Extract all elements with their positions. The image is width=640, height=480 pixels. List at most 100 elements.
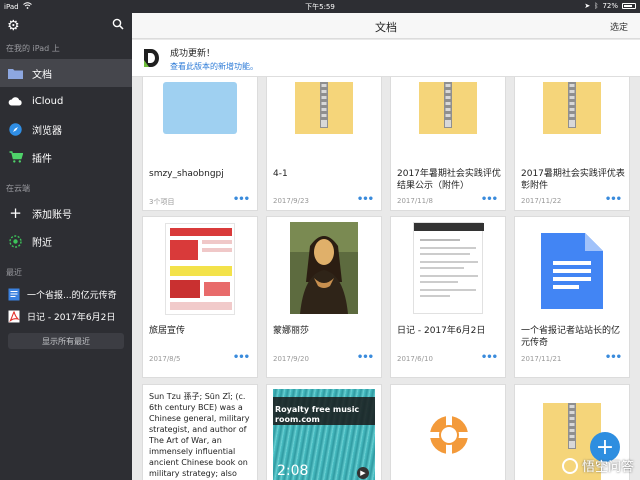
file-name: smzy_shaobngpj [149,169,224,179]
poster-thumbnail [143,217,257,317]
section-recent: 最近 [6,268,22,277]
more-icon[interactable]: ••• [605,194,622,205]
file-name: 旅居宣传 [149,326,186,336]
watermark-text: 悟空问答 [581,460,634,475]
more-icon[interactable]: ••• [233,352,250,363]
more-icon[interactable]: ••• [481,194,498,205]
more-icon[interactable]: ••• [481,352,498,363]
sidebar-item-label: 文档 [32,69,52,81]
file-name: 一个省报记者站站长的亿元传奇 [521,326,621,348]
file-card[interactable]: 2017暑期社会实践评优表彰附件 2017/11/22 ••• [514,63,630,211]
file-card[interactable] [390,384,506,480]
sidebar-item-icloud[interactable]: iCloud [0,87,132,115]
file-date: 2017/11/21 [521,355,562,363]
recent-item-label: 一个省报...的亿元传奇 [27,290,117,301]
text-preview-content: Sun Tzu 孫子; Sūn Zǐ; (c. 6th century BCE)… [149,392,250,478]
battery-percent: 72% [602,2,618,10]
sidebar-item-documents[interactable]: 文档 [0,59,132,87]
file-date: 2017/9/20 [273,355,309,363]
file-name: 日记 - 2017年6月2日 [397,326,486,336]
page-title: 文档 [375,21,397,34]
battery-icon [622,3,636,9]
file-date: 2017/9/23 [273,197,309,205]
file-card[interactable]: 蒙娜丽莎 2017/9/20 ••• [266,216,382,378]
file-card[interactable]: Royalty free music room.com 2:08 ▶ [266,384,382,480]
file-card[interactable]: 一个省报记者站站长的亿元传奇 2017/11/21 ••• [514,216,630,378]
watermark-logo-icon [561,457,578,474]
gear-icon[interactable]: ⚙ [7,18,20,34]
folder-icon [8,66,23,81]
status-bar: iPad 下午5:59 ➤ ᛒ 72% [0,0,640,13]
file-card[interactable]: smzy_shaobngpj 3个项目 ••• [142,63,258,211]
documents-logo-icon [144,49,159,67]
sidebar-item-plugins[interactable]: 插件 [0,143,132,171]
sidebar-item-label: 插件 [32,153,52,165]
recent-item[interactable]: 一个省报...的亿元传奇 [0,283,132,305]
file-name: 2017年暑期社会实践评优结果公示（附件） [397,169,501,191]
recent-item-label: 日记 - 2017年6月2日 [27,312,116,323]
sidebar-item-label: 添加账号 [32,209,72,221]
sidebar-item-label: iCloud [32,95,64,107]
file-date: 2017/6/10 [397,355,433,363]
file-name: 4-1 [273,169,288,179]
sidebar-item-add-account[interactable]: + 添加账号 [0,199,132,227]
cloud-icon [8,94,23,109]
video-thumbnail: Royalty free music room.com 2:08 ▶ [267,385,381,480]
search-icon[interactable] [112,18,124,30]
painting-thumbnail [267,217,381,317]
more-icon[interactable]: ••• [357,194,374,205]
sidebar-item-label: 附近 [32,237,52,249]
file-date: 2017/11/8 [397,197,433,205]
file-name: 2017暑期社会实践评优表彰附件 [521,169,625,191]
zipper-icon [444,82,452,128]
sidebar-item-label: 浏览器 [32,125,62,137]
play-icon[interactable]: ▶ [357,467,369,479]
bluetooth-icon: ᛒ [594,2,599,10]
more-icon[interactable]: ••• [233,194,250,205]
cart-icon [8,150,23,165]
file-card[interactable]: Sun Tzu 孫子; Sūn Zǐ; (c. 6th century BCE)… [142,384,258,480]
video-duration: 2:08 [277,463,309,479]
doc-icon [8,288,20,300]
more-icon[interactable]: ••• [605,352,622,363]
help-thumbnail [391,385,505,480]
nav-bar: 文档 选定 [132,13,640,39]
zipper-icon [320,82,328,128]
file-card[interactable]: 4-1 2017/9/23 ••• [266,63,382,211]
video-overlay-text: Royalty free music room.com [275,405,360,424]
file-date: 2017/8/5 [149,355,181,363]
zipper-icon [568,82,576,128]
plus-icon: + [9,204,22,222]
update-banner[interactable]: 成功更新！ 查看此版本的新增功能。 [132,40,640,77]
file-card[interactable]: 旅居宣传 2017/8/5 ••• [142,216,258,378]
banner-title: 成功更新！ [170,49,216,59]
banner-link[interactable]: 查看此版本的新增功能。 [170,61,258,72]
sidebar: ⚙ 在我的 iPad 上 文档 iCloud 浏览器 插件 在云端 + 添加账号 [0,13,132,480]
select-button[interactable]: 选定 [610,20,628,33]
gdoc-thumbnail [515,217,629,317]
recent-item[interactable]: 日记 - 2017年6月2日 [0,305,132,327]
mona-lisa-image [290,222,358,314]
lifebuoy-icon [430,416,468,454]
compass-icon [8,122,23,137]
pdf-thumbnail [391,217,505,317]
watermark: 悟空问答 [561,456,634,475]
location-icon: ➤ [584,2,591,10]
main-content: 文档 选定 成功更新！ 查看此版本的新增功能。 smzy_shaobngpj 3… [132,13,640,480]
section-cloud: 在云端 [6,184,30,193]
nearby-icon [8,234,23,249]
pdf-icon [8,310,20,322]
text-preview: Sun Tzu 孫子; Sūn Zǐ; (c. 6th century BCE)… [143,385,257,480]
section-local: 在我的 iPad 上 [6,44,60,53]
more-icon[interactable]: ••• [357,352,374,363]
show-all-recent-button[interactable]: 显示所有最近 [8,333,124,349]
file-card[interactable]: 日记 - 2017年6月2日 2017/6/10 ••• [390,216,506,378]
google-docs-icon [541,233,603,309]
sidebar-item-nearby[interactable]: 附近 [0,227,132,255]
file-name: 蒙娜丽莎 [273,326,310,336]
status-time: 下午5:59 [305,3,335,11]
file-card[interactable]: 2017年暑期社会实践评优结果公示（附件） 2017/11/8 ••• [390,63,506,211]
sidebar-item-browser[interactable]: 浏览器 [0,115,132,143]
zipper-icon [568,403,576,449]
file-date: 2017/11/22 [521,197,562,205]
